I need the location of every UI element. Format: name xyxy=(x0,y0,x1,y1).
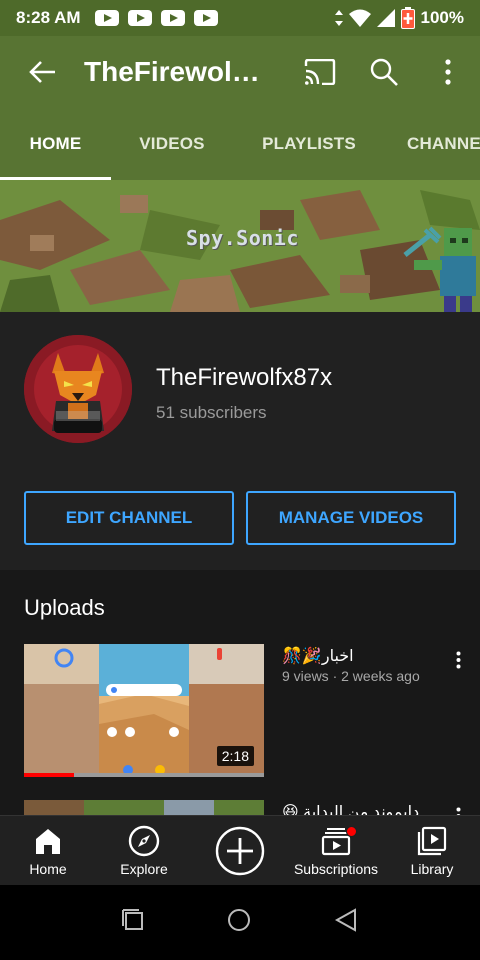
wolf-gamer-avatar-icon xyxy=(24,335,132,443)
back-system-button[interactable] xyxy=(334,908,358,937)
recent-apps-button[interactable] xyxy=(121,909,144,936)
tab-videos[interactable]: VIDEOS xyxy=(111,108,233,180)
more-vertical-icon xyxy=(456,807,460,815)
search-icon xyxy=(370,58,398,86)
nav-create[interactable] xyxy=(192,816,288,886)
youtube-notification-icon xyxy=(94,10,119,26)
battery-icon xyxy=(400,7,415,29)
nav-library-label: Library xyxy=(410,861,454,877)
nav-library[interactable]: Library xyxy=(384,816,480,886)
watch-progress xyxy=(24,773,264,777)
notification-badge xyxy=(346,826,357,837)
bottom-navigation: Home Explore Subscriptions Library xyxy=(0,815,480,885)
cast-icon xyxy=(304,59,336,85)
create-plus-icon xyxy=(215,826,265,876)
back-arrow-icon xyxy=(29,61,55,83)
thumbnail-image xyxy=(24,800,264,815)
status-time: 8:28 AM xyxy=(16,8,81,27)
uploads-heading: Uploads xyxy=(24,595,105,620)
tab-home[interactable]: HOME xyxy=(0,108,111,180)
status-bar: 8:28 AM 100% xyxy=(0,0,480,36)
manage-videos-button[interactable]: MANAGE VIDEOS xyxy=(246,491,456,545)
edit-channel-button[interactable]: EDIT CHANNEL xyxy=(24,491,234,545)
more-options-button[interactable] xyxy=(416,36,480,108)
nav-subscriptions-label: Subscriptions xyxy=(293,861,379,877)
cast-button[interactable] xyxy=(288,36,352,108)
status-icons: 100% xyxy=(334,7,464,29)
channel-header: TheFirewolfx87x 51 subscribers EDIT CHAN… xyxy=(0,312,480,570)
channel-title: TheFirewolfx87x xyxy=(84,56,264,87)
channel-tabs: HOME VIDEOS PLAYLISTS CHANNELS xyxy=(0,108,480,180)
app-bar-actions xyxy=(288,36,480,108)
more-vertical-icon xyxy=(445,59,451,85)
video-more-button[interactable] xyxy=(448,648,468,672)
tab-playlists[interactable]: PLAYLISTS xyxy=(233,108,385,180)
back-triangle-icon xyxy=(335,908,357,932)
video-item[interactable]: دايموند من البداية 😆 xyxy=(0,800,480,815)
channel-banner: Spy.Sonic xyxy=(0,180,480,312)
youtube-notification-icon xyxy=(127,10,152,26)
nav-explore[interactable]: Explore xyxy=(96,816,192,886)
nav-subscriptions[interactable]: Subscriptions xyxy=(288,816,384,886)
nav-explore-label: Explore xyxy=(120,861,168,877)
home-circle-icon xyxy=(227,909,250,931)
video-thumbnail[interactable]: 2:18 xyxy=(24,644,264,776)
home-icon xyxy=(36,829,60,854)
watch-progress-fill xyxy=(24,773,75,777)
recent-apps-icon xyxy=(121,909,143,930)
video-duration: 2:18 xyxy=(216,746,254,766)
battery-percent: 100% xyxy=(420,8,464,27)
wifi-icon xyxy=(348,9,371,27)
home-system-button[interactable] xyxy=(227,908,251,937)
back-button[interactable] xyxy=(0,36,84,108)
video-title[interactable]: دايموند من البداية 😆 xyxy=(282,802,442,815)
video-item[interactable]: 2:18 اخبار🎉🎊 9 views · 2 weeks ago xyxy=(0,644,480,780)
nav-home[interactable]: Home xyxy=(0,816,96,886)
app-bar: TheFirewolfx87x xyxy=(0,36,480,108)
channel-name: TheFirewolfx87x xyxy=(156,364,333,391)
video-thumbnail[interactable] xyxy=(24,800,264,815)
banner-text: Spy.Sonic xyxy=(186,226,299,250)
channel-avatar[interactable] xyxy=(24,335,132,443)
system-navigation-bar xyxy=(0,885,480,960)
youtube-notification-icon xyxy=(160,10,185,26)
uploads-section: Uploads 2:18 اخبار🎉🎊 9 views · 2 weeks a… xyxy=(0,570,480,815)
video-title[interactable]: اخبار🎉🎊 xyxy=(282,646,442,666)
tab-channels[interactable]: CHANNELS xyxy=(385,108,480,180)
search-button[interactable] xyxy=(352,36,416,108)
youtube-notification-icon xyxy=(193,10,218,26)
subscriber-count: 51 subscribers xyxy=(156,403,267,422)
data-transfer-icon xyxy=(334,10,343,26)
video-meta: 9 views · 2 weeks ago xyxy=(282,668,420,684)
nav-home-label: Home xyxy=(29,861,67,877)
signal-icon xyxy=(376,9,395,27)
video-more-button[interactable] xyxy=(448,804,468,815)
compass-icon xyxy=(128,825,160,857)
more-vertical-icon xyxy=(456,651,460,669)
library-icon xyxy=(417,826,447,856)
